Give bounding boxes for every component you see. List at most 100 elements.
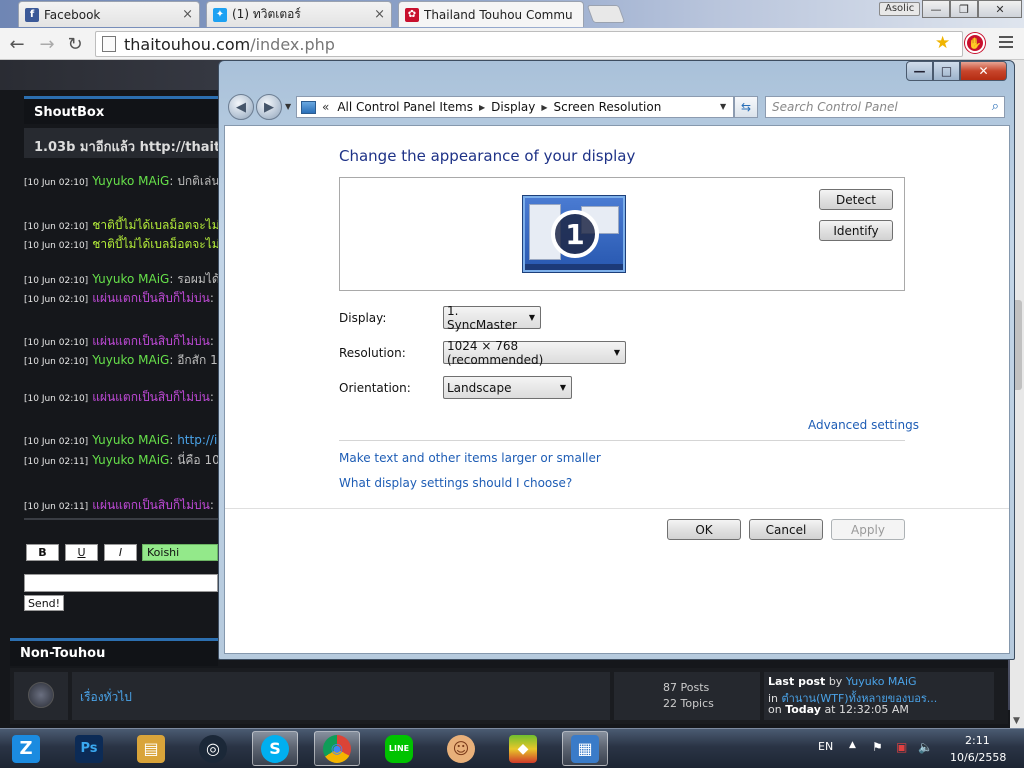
send-button[interactable]: Send! — [24, 595, 64, 611]
network-icon[interactable]: ▣ — [896, 740, 907, 754]
shout-author[interactable]: แผ่นแตกเป็นสิบก็ไม่บ่น — [92, 334, 210, 348]
shout-time: [10 Jun 02:10] — [24, 437, 89, 447]
cp-address-bar[interactable]: « All Control Panel Items ▶ Display ▶ Sc… — [296, 96, 734, 118]
shout-link[interactable]: http://i11 — [177, 433, 218, 447]
cp-recent-pages-icon[interactable]: ▼ — [285, 102, 291, 111]
shout-author[interactable]: Yuyuko MAiG — [92, 272, 169, 286]
taskbar-app[interactable]: S — [252, 731, 298, 766]
breadcrumb-sep-icon[interactable]: ▶ — [541, 103, 547, 112]
shout-author[interactable]: Yuyuko MAiG — [92, 353, 169, 367]
shout-text: อีกสัก 10 — [177, 353, 218, 367]
taskbar-app[interactable]: Z — [3, 731, 49, 766]
cp-close-button[interactable]: ✕ — [960, 61, 1007, 81]
shoutbox-divider — [24, 518, 218, 520]
search-icon[interactable]: ⌕ — [992, 99, 999, 114]
adblock-extension-icon[interactable]: ✋ — [965, 33, 985, 53]
orientation-label: Orientation: — [339, 381, 411, 395]
browser-minimize-button[interactable]: — — [922, 0, 950, 18]
show-hidden-icons-icon[interactable]: ▲ — [849, 740, 856, 750]
taskbar-app[interactable]: ◎ — [190, 731, 236, 766]
identify-button[interactable]: Identify — [819, 220, 893, 241]
taskbar-app[interactable]: LINE — [376, 731, 422, 766]
cp-search-input[interactable]: Search Control Panel ⌕ — [765, 96, 1005, 118]
apply-button[interactable]: Apply — [831, 519, 905, 540]
taskbar-app[interactable]: Ps — [66, 731, 112, 766]
profile-button[interactable]: Asolic — [879, 2, 921, 16]
shout-author[interactable]: แผ่นแตกเป็นสิบก็ไม่บ่น — [92, 291, 210, 305]
display-select[interactable]: 1. SyncMaster ▼ — [443, 304, 541, 332]
shout-message-input[interactable] — [24, 574, 218, 592]
breadcrumb-all-items[interactable]: All Control Panel Items — [337, 100, 473, 114]
text-size-link[interactable]: Make text and other items larger or smal… — [339, 451, 601, 465]
shout-author[interactable]: ชาติบี้ไม่ได้เบลม็อตจะไม่เน — [92, 237, 218, 251]
resolution-label: Resolution: — [339, 346, 406, 360]
underline-button[interactable]: U — [65, 544, 98, 561]
shout-time: [10 Jun 02:11] — [24, 457, 89, 467]
shout-author[interactable]: แผ่นแตกเป็นสิบก็ไม่บ่น — [92, 498, 210, 512]
tab-close-icon[interactable]: × — [374, 7, 385, 22]
taskbar-app[interactable]: ☺ — [438, 731, 484, 766]
tab-facebook[interactable]: f Facebook × — [18, 1, 200, 27]
board-title-link[interactable]: เรื่องทั่วไป — [80, 688, 132, 707]
new-tab-button[interactable] — [586, 5, 626, 23]
shout-author[interactable]: แผ่นแตกเป็นสิบก็ไม่บ่น — [92, 390, 210, 404]
cancel-button[interactable]: Cancel — [749, 519, 823, 540]
taskbar-app[interactable]: ◉ — [314, 731, 360, 766]
action-center-flag-icon[interactable]: ⚑ — [872, 740, 883, 754]
breadcrumb-overflow[interactable]: « — [322, 100, 329, 114]
advanced-settings-link[interactable]: Advanced settings — [808, 418, 919, 432]
shout-text: นี่คือ 100% — [177, 453, 218, 467]
shout-author[interactable]: Yuyuko MAiG — [92, 174, 169, 188]
bold-button[interactable]: B — [26, 544, 59, 561]
taskbar-app[interactable]: ▤ — [128, 731, 174, 766]
detect-button[interactable]: Detect — [819, 189, 893, 210]
shout-author[interactable]: Yuyuko MAiG — [92, 433, 169, 447]
shout-name-field[interactable]: Koishi — [142, 544, 218, 561]
clock-date[interactable]: 10/6/2558 — [950, 751, 1006, 764]
shout-row: [10 Jun 02:10]แผ่นแตกเป็นสิบก็ไม่บ่น: ผ — [24, 289, 218, 308]
input-language[interactable]: EN — [818, 740, 833, 753]
breadcrumb-screen-resolution[interactable]: Screen Resolution — [554, 100, 662, 114]
monitor-thumbnail[interactable]: 1 — [522, 195, 626, 273]
reload-icon[interactable]: ↻ — [64, 34, 86, 55]
italic-button[interactable]: I — [104, 544, 137, 561]
resolution-select[interactable]: 1024 × 768 (recommended) ▼ — [443, 339, 626, 367]
tab-twitter[interactable]: ✦ (1) ทวิตเตอร์ × — [206, 1, 392, 27]
cp-minimize-button[interactable]: — — [906, 61, 933, 81]
ok-button[interactable]: OK — [667, 519, 741, 540]
address-dropdown-icon[interactable]: ▼ — [720, 102, 726, 111]
shout-author[interactable]: Yuyuko MAiG — [92, 453, 169, 467]
display-help-link[interactable]: What display settings should I choose? — [339, 476, 572, 490]
control-panel-icon: ▦ — [571, 734, 599, 763]
shout-row: [10 Jun 02:10]Yuyuko MAiG: อีกสัก 10 — [24, 351, 218, 370]
url-host: thaitouhou.com — [124, 34, 251, 54]
chrome-icon: ◉ — [323, 734, 351, 763]
browser-close-button[interactable]: ✕ — [978, 0, 1022, 18]
shout-row: [10 Jun 02:11]Yuyuko MAiG: นี่คือ 100% — [24, 451, 218, 470]
browser-restore-button[interactable]: ❐ — [950, 0, 978, 18]
shout-time: [10 Jun 02:11] — [24, 502, 89, 512]
clock-time[interactable]: 2:11 — [965, 734, 990, 747]
shout-author[interactable]: ชาติบี้ไม่ได้เบลม็อตจะไม่เน — [92, 218, 218, 232]
breadcrumb-display[interactable]: Display — [491, 100, 535, 114]
address-bar[interactable]: thaitouhou.com/index.php — [95, 31, 963, 57]
breadcrumb-sep-icon[interactable]: ▶ — [479, 103, 485, 112]
orientation-select[interactable]: Landscape ▼ — [443, 376, 572, 399]
shout-row: [10 Jun 02:10]ชาติบี้ไม่ได้เบลม็อตจะไม่เ… — [24, 216, 218, 235]
cp-forward-icon[interactable]: ▶ — [256, 94, 282, 120]
tab-close-icon[interactable]: × — [182, 7, 193, 22]
back-arrow-icon[interactable]: ← — [6, 34, 28, 55]
cp-back-icon[interactable]: ◀ — [228, 94, 254, 120]
tab-thailand-touhou[interactable]: ✿ Thailand Touhou Commu — [398, 1, 584, 27]
shout-time: [10 Jun 02:10] — [24, 222, 89, 232]
bookmark-star-icon[interactable]: ★ — [935, 33, 950, 53]
cp-maximize-button[interactable]: □ — [933, 61, 960, 81]
forward-arrow-icon[interactable]: → — [36, 34, 58, 55]
volume-icon[interactable]: 🔈 — [918, 740, 933, 754]
hamburger-menu-icon[interactable] — [999, 36, 1013, 51]
taskbar-app[interactable]: ◆ — [500, 731, 546, 766]
refresh-icon[interactable]: ⇆ — [734, 96, 758, 118]
last-post-user-link[interactable]: Yuyuko MAiG — [846, 675, 917, 688]
scroll-down-arrow-icon[interactable]: ▼ — [1013, 716, 1020, 726]
taskbar-app[interactable]: ▦ — [562, 731, 608, 766]
